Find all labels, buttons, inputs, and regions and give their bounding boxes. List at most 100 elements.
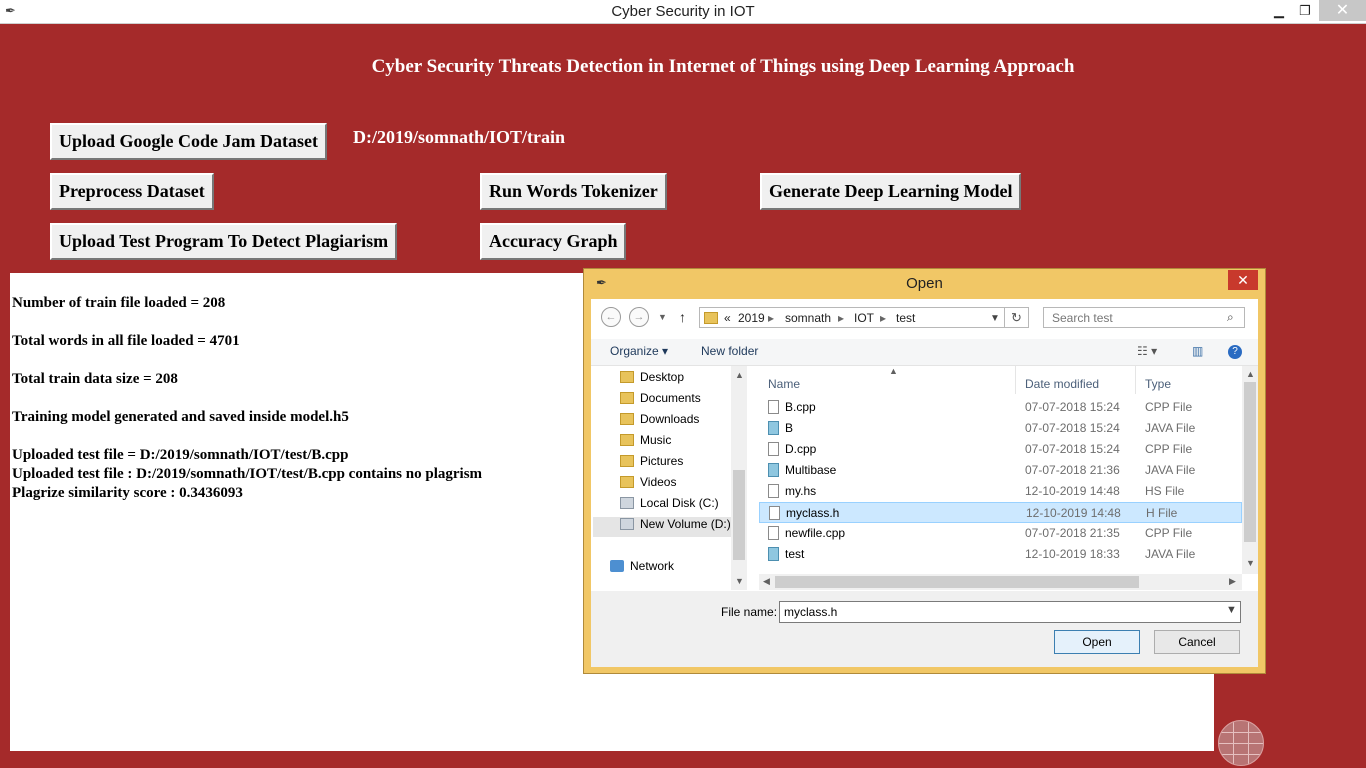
folder-icon bbox=[620, 434, 634, 446]
generate-model-button[interactable]: Generate Deep Learning Model bbox=[760, 173, 1022, 210]
drive-icon bbox=[620, 497, 634, 509]
scrollbar-thumb[interactable] bbox=[1244, 382, 1256, 542]
file-list-vertical-scrollbar[interactable]: ▲ ▼ bbox=[1242, 366, 1258, 574]
dialog-toolbar: Organize ▾ New folder ☷ ▾ ▥ ? bbox=[591, 339, 1258, 366]
chevron-left-icon[interactable]: ◀ bbox=[763, 576, 770, 587]
nav-item-downloads[interactable]: Downloads bbox=[620, 412, 699, 432]
nav-item-music[interactable]: Music bbox=[620, 433, 671, 453]
run-tokenizer-button[interactable]: Run Words Tokenizer bbox=[480, 173, 667, 210]
minimize-button[interactable]: ▁ bbox=[1268, 0, 1290, 21]
app-heading: Cyber Security Threats Detection in Inte… bbox=[371, 56, 1075, 77]
preprocess-dataset-button[interactable]: Preprocess Dataset bbox=[50, 173, 214, 210]
accuracy-graph-button[interactable]: Accuracy Graph bbox=[480, 223, 627, 260]
chevron-right-icon: ▸ bbox=[880, 311, 887, 325]
file-name-input[interactable]: myclass.h ▼ bbox=[779, 601, 1241, 623]
open-button[interactable]: Open bbox=[1054, 630, 1140, 654]
window-titlebar: ✒ Cyber Security in IOT ▁ ❐ ✕ bbox=[0, 0, 1366, 24]
upload-test-program-button[interactable]: Upload Test Program To Detect Plagiarism bbox=[50, 223, 398, 260]
table-row[interactable]: Multibase 07-07-2018 21:36 JAVA File bbox=[759, 460, 1242, 481]
folder-icon bbox=[620, 413, 634, 425]
chevron-down-icon[interactable]: ▼ bbox=[735, 576, 744, 586]
breadcrumb-2019[interactable]: 2019 bbox=[738, 311, 765, 325]
java-file-icon bbox=[768, 421, 779, 435]
chevron-down-icon[interactable]: ▼ bbox=[1246, 558, 1255, 568]
navigation-pane: Desktop Documents Downloads Music Pictur… bbox=[591, 366, 747, 590]
cancel-button[interactable]: Cancel bbox=[1154, 630, 1240, 654]
chevron-up-icon[interactable]: ▲ bbox=[735, 370, 744, 380]
nav-item-desktop[interactable]: Desktop bbox=[620, 370, 684, 390]
breadcrumb-iot[interactable]: IOT bbox=[854, 311, 874, 325]
search-icon: ⌕ bbox=[1227, 310, 1234, 324]
window-title: Cyber Security in IOT bbox=[611, 3, 755, 20]
java-file-icon bbox=[768, 463, 779, 477]
help-icon[interactable]: ? bbox=[1228, 345, 1242, 359]
upload-dataset-button[interactable]: Upload Google Code Jam Dataset bbox=[50, 123, 327, 160]
view-options-icon[interactable]: ☷ ▾ bbox=[1137, 344, 1157, 358]
dialog-titlebar: ✒ Open ✕ bbox=[584, 269, 1265, 299]
nav-item-new-volume[interactable]: New Volume (D:) bbox=[593, 517, 731, 537]
close-button[interactable]: ✕ bbox=[1319, 0, 1366, 21]
table-row[interactable]: newfile.cpp 07-07-2018 21:35 CPP File bbox=[759, 523, 1242, 544]
globe-icon bbox=[1218, 720, 1264, 766]
network-icon bbox=[610, 560, 624, 572]
file-list-horizontal-scrollbar[interactable]: ◀ ▶ bbox=[759, 574, 1242, 590]
refresh-icon[interactable]: ↻ bbox=[1005, 307, 1029, 328]
file-icon bbox=[768, 400, 779, 414]
table-row[interactable]: test 12-10-2019 18:33 JAVA File bbox=[759, 544, 1242, 565]
file-name-label: File name: bbox=[721, 605, 778, 619]
open-file-dialog: ✒ Open ✕ ← → ▼ ↑ « 2019 ▸ somnath ▸ IOT … bbox=[583, 268, 1266, 674]
output-line: Training model generated and saved insid… bbox=[12, 409, 349, 425]
dialog-body: ← → ▼ ↑ « 2019 ▸ somnath ▸ IOT ▸ test ▼ … bbox=[591, 299, 1258, 667]
preview-pane-icon[interactable]: ▥ bbox=[1192, 344, 1203, 358]
table-row[interactable]: B 07-07-2018 15:24 JAVA File bbox=[759, 418, 1242, 439]
file-icon bbox=[769, 506, 780, 520]
output-line: Plagrize similarity score : 0.3436093 bbox=[12, 485, 243, 501]
nav-pane-scrollbar[interactable]: ▲ ▼ bbox=[731, 366, 747, 590]
breadcrumb-test[interactable]: test bbox=[896, 311, 915, 325]
chevron-right-icon[interactable]: ▶ bbox=[1229, 576, 1236, 587]
forward-arrow-icon[interactable]: → bbox=[629, 307, 649, 327]
table-row[interactable]: my.hs 12-10-2019 14:48 HS File bbox=[759, 481, 1242, 502]
back-arrow-icon[interactable]: ← bbox=[601, 307, 621, 327]
chevron-down-icon[interactable]: ▼ bbox=[1226, 604, 1237, 616]
sort-ascending-icon: ▲ bbox=[889, 366, 898, 376]
output-line: Uploaded test file = D:/2019/somnath/IOT… bbox=[12, 447, 349, 463]
address-bar[interactable]: « 2019 ▸ somnath ▸ IOT ▸ test ▼ bbox=[699, 307, 1005, 328]
nav-item-network[interactable]: Network bbox=[610, 559, 674, 579]
folder-icon bbox=[620, 371, 634, 383]
table-row-selected[interactable]: myclass.h 12-10-2019 14:48 H File bbox=[759, 502, 1242, 523]
nav-item-local-disk[interactable]: Local Disk (C:) bbox=[620, 496, 719, 516]
scrollbar-thumb[interactable] bbox=[733, 470, 745, 560]
table-row[interactable]: D.cpp 07-07-2018 15:24 CPP File bbox=[759, 439, 1242, 460]
maximize-button[interactable]: ❐ bbox=[1294, 0, 1316, 21]
output-line: Total words in all file loaded = 4701 bbox=[12, 333, 240, 349]
nav-item-pictures[interactable]: Pictures bbox=[620, 454, 683, 474]
java-file-icon bbox=[768, 547, 779, 561]
output-line: Total train data size = 208 bbox=[12, 371, 178, 387]
new-folder-button[interactable]: New folder bbox=[701, 344, 758, 358]
up-arrow-icon[interactable]: ↑ bbox=[679, 309, 686, 325]
drive-icon bbox=[620, 518, 634, 530]
search-placeholder: Search test bbox=[1052, 311, 1113, 325]
column-header-name[interactable]: Name bbox=[768, 377, 800, 391]
file-icon bbox=[768, 526, 779, 540]
organize-menu[interactable]: Organize ▾ bbox=[610, 344, 668, 358]
output-line: Uploaded test file : D:/2019/somnath/IOT… bbox=[12, 466, 483, 482]
recent-locations-icon[interactable]: ▼ bbox=[658, 312, 667, 322]
folder-icon bbox=[620, 455, 634, 467]
output-line: Number of train file loaded = 208 bbox=[12, 295, 226, 311]
nav-item-videos[interactable]: Videos bbox=[620, 475, 676, 495]
breadcrumb-somnath[interactable]: somnath bbox=[785, 311, 831, 325]
chevron-up-icon[interactable]: ▲ bbox=[1246, 369, 1255, 379]
chevron-down-icon[interactable]: ▼ bbox=[990, 313, 1000, 324]
address-prefix: « bbox=[724, 311, 731, 325]
scrollbar-thumb[interactable] bbox=[775, 576, 1139, 588]
table-row[interactable]: B.cpp 07-07-2018 15:24 CPP File bbox=[759, 397, 1242, 418]
column-header-type[interactable]: Type bbox=[1145, 377, 1171, 391]
dialog-close-button[interactable]: ✕ bbox=[1228, 270, 1258, 290]
file-list-pane: Name ▲ Date modified Type B.cpp 07-07-20… bbox=[759, 366, 1258, 590]
column-header-date[interactable]: Date modified bbox=[1025, 377, 1099, 391]
nav-item-documents[interactable]: Documents bbox=[620, 391, 701, 411]
chevron-right-icon: ▸ bbox=[768, 311, 775, 325]
search-input[interactable]: Search test ⌕ bbox=[1043, 307, 1245, 328]
